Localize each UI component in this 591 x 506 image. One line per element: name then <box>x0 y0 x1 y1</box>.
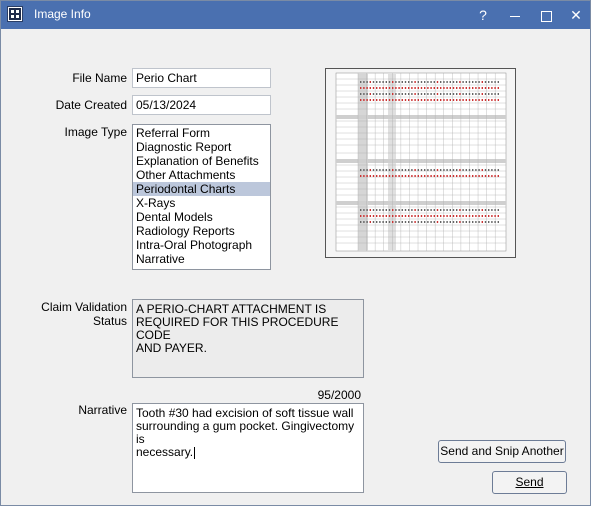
image-preview <box>325 68 516 258</box>
list-item[interactable]: Dental Models <box>133 210 270 224</box>
narrative-label: Narrative <box>78 403 127 417</box>
claim-validation-label: Claim Validation Status <box>41 300 127 328</box>
perio-chart-thumbnail-icon <box>335 72 507 252</box>
list-item[interactable]: X-Rays <box>133 196 270 210</box>
narrative-line-last: necessary. <box>136 445 196 459</box>
list-item[interactable]: Radiology Reports <box>133 224 270 238</box>
image-type-label: Image Type <box>64 125 127 139</box>
list-item[interactable]: Other Attachments <box>133 168 270 182</box>
close-button[interactable]: ✕ <box>560 1 591 29</box>
claim-validation-line: AND PAYER. <box>136 341 207 355</box>
narrative-line: surrounding a gum pocket. Gingivectomy i… <box>136 419 355 446</box>
image-info-window: Image Info ? ✕ File Name Perio Chart Dat… <box>0 0 591 506</box>
title-bar[interactable]: Image Info ? ✕ <box>1 1 590 29</box>
file-name-label: File Name <box>72 71 127 85</box>
maximize-icon <box>540 10 552 22</box>
send-and-snip-another-button[interactable]: Send and Snip Another <box>438 440 566 463</box>
list-item[interactable]: Explanation of Benefits <box>133 154 270 168</box>
date-created-label: Date Created <box>55 98 127 112</box>
date-created-field[interactable]: 05/13/2024 <box>132 95 271 115</box>
list-item[interactable]: Intra-Oral Photograph <box>133 238 270 252</box>
maximize-button[interactable] <box>530 1 562 29</box>
list-item[interactable]: Narrative <box>133 252 270 266</box>
text-caret <box>194 446 196 459</box>
list-item-selected[interactable]: Periodontal Charts <box>133 182 270 196</box>
minimize-button[interactable] <box>499 1 531 29</box>
minimize-icon <box>510 15 520 17</box>
claim-validation-status-box: A PERIO-CHART ATTACHMENT IS REQUIRED FOR… <box>132 299 364 378</box>
narrative-char-counter: 95/2000 <box>317 388 361 402</box>
send-button[interactable]: Send <box>492 471 567 494</box>
narrative-textarea[interactable]: Tooth #30 had excision of soft tissue wa… <box>132 403 364 493</box>
list-item[interactable]: Diagnostic Report <box>133 140 270 154</box>
file-name-field[interactable]: Perio Chart <box>132 68 271 88</box>
app-grid-icon <box>7 6 23 22</box>
help-button[interactable]: ? <box>467 1 499 29</box>
list-item[interactable]: Referral Form <box>133 126 270 140</box>
window-title: Image Info <box>34 7 91 21</box>
image-type-list[interactable]: Referral Form Diagnostic Report Explanat… <box>132 124 271 270</box>
claim-validation-line: REQUIRED FOR THIS PROCEDURE CODE <box>136 315 339 342</box>
